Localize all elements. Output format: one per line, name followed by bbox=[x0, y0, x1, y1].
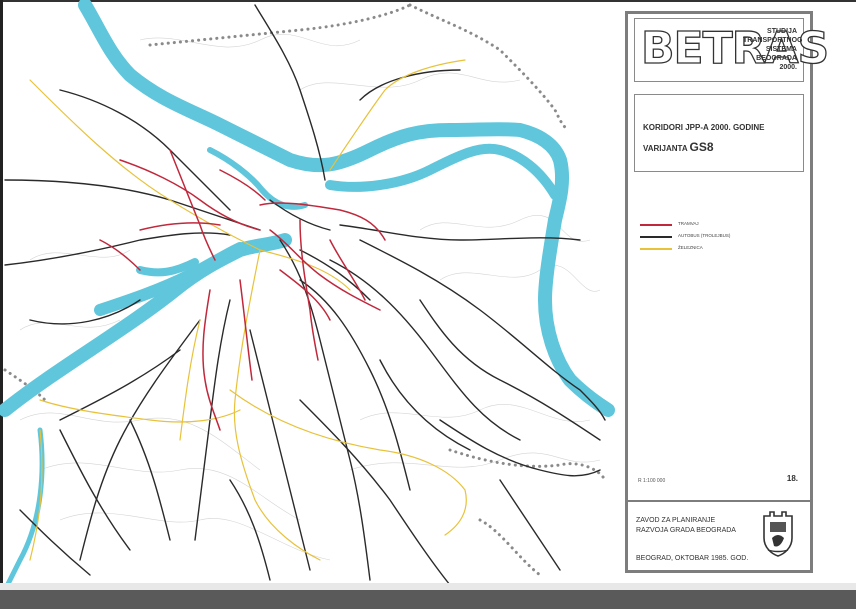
study-line: STUDIJA bbox=[767, 28, 797, 35]
scan-bottom-bar bbox=[0, 590, 856, 609]
institution-box: ZAVOD ZA PLANIRANJE RAZVOJA GRADA BEOGRA… bbox=[628, 500, 810, 566]
institution-name: ZAVOD ZA PLANIRANJE RAZVOJA GRADA BEOGRA… bbox=[636, 516, 748, 536]
study-title: STUDIJA TRANSPORTNOG SISTEMA BEOGRADA 20… bbox=[743, 27, 803, 72]
terrain-contours bbox=[19, 34, 601, 561]
sheet-number: 18. bbox=[786, 474, 798, 483]
map-title-box: KORIDORI JPP-A 2000. GODINE VARIJANTA GS… bbox=[634, 94, 804, 172]
legend-label: AUTOBUS (TROLEJBUS) bbox=[678, 233, 731, 238]
belgrade-coat-of-arms-icon bbox=[763, 511, 793, 557]
title-block: BETRAS STUDIJA TRANSPORTNOG SISTEMA BEOG… bbox=[625, 11, 830, 573]
legend-swatch-bus bbox=[640, 236, 672, 238]
legend-swatch-rail bbox=[640, 248, 672, 250]
betras-logo: BETRAS bbox=[640, 23, 830, 74]
study-line: TRANSPORTNOG bbox=[743, 37, 803, 44]
scan-gutter bbox=[0, 583, 856, 590]
legend-label: TRAMVAJ bbox=[678, 221, 699, 226]
study-line: BEOGRADA bbox=[756, 55, 797, 62]
map-scale: R 1:100 000 bbox=[638, 478, 666, 484]
issue-date: BEOGRAD, OKTOBAR 1985. GOD. bbox=[636, 555, 749, 562]
variant-code: GS8 bbox=[689, 140, 714, 154]
bus-corridors bbox=[4, 4, 606, 586]
logo-box: BETRAS STUDIJA TRANSPORTNOG SISTEMA BEOG… bbox=[634, 18, 830, 82]
variant-prefix: VARIJANTA bbox=[643, 144, 688, 153]
map-title: KORIDORI JPP-A 2000. GODINE bbox=[643, 123, 765, 132]
legend-label: ŽELEZNICA bbox=[678, 245, 703, 250]
study-line: 2000. bbox=[779, 64, 797, 71]
map-variant: VARIJANTA GS8 bbox=[643, 140, 714, 154]
study-line: SISTEMA bbox=[765, 46, 797, 53]
institution-line: ZAVOD ZA PLANIRANJE bbox=[636, 517, 716, 524]
institution-line: RAZVOJA GRADA BEOGRADA bbox=[636, 527, 736, 534]
legend-swatch-tram bbox=[640, 224, 672, 226]
